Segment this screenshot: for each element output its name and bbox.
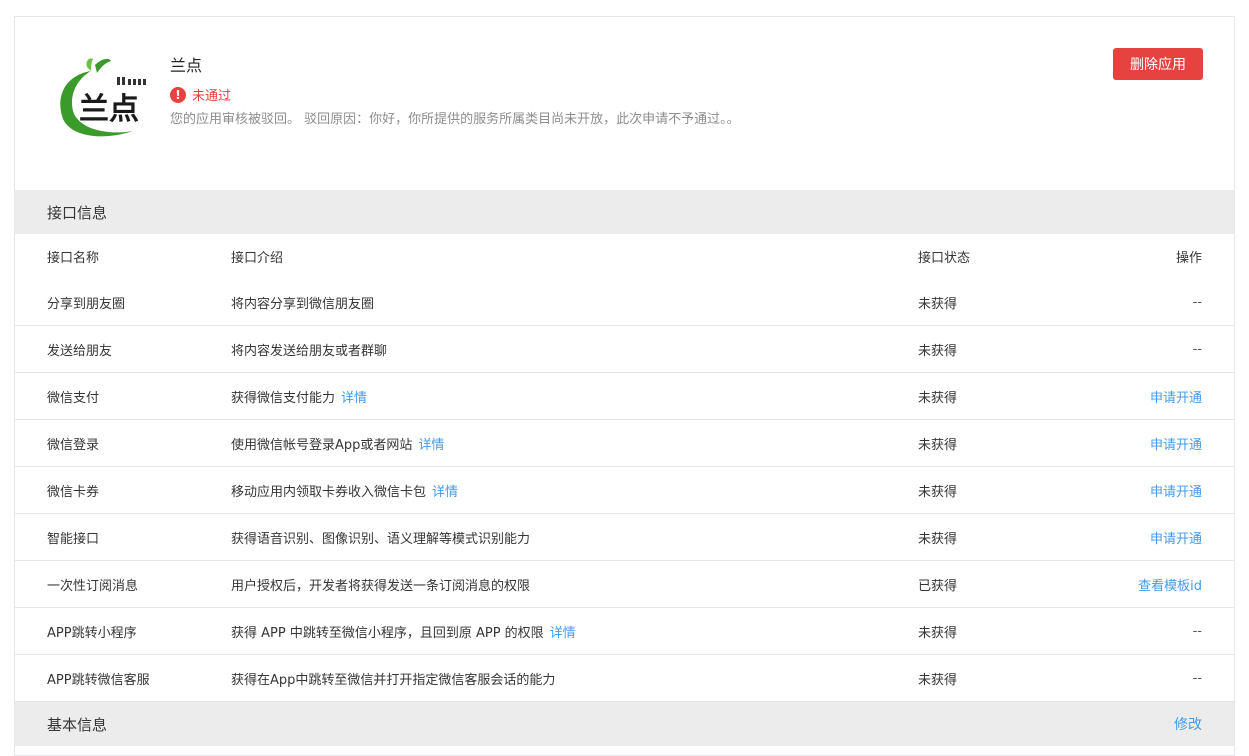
api-status: 未获得 <box>918 672 958 688</box>
api-description-text: 获得微信支付能力 <box>231 390 336 406</box>
action-link[interactable]: 查看模板id <box>1138 561 1202 607</box>
no-action: -- <box>1192 623 1202 639</box>
app-name: 兰点 <box>170 56 203 75</box>
table-row: APP跳转微信客服 获得在App中跳转至微信并打开指定微信客服会话的能力 未获得 -- <box>15 655 1234 702</box>
api-description-text: 用户授权后，开发者将获得发送一条订阅消息的权限 <box>231 578 531 594</box>
api-description: 将内容分享到微信朋友圈 <box>231 279 374 325</box>
detail-link[interactable]: 详情 <box>550 622 576 641</box>
api-description: 移动应用内领取卡券收入微信卡包 详情 <box>231 467 458 513</box>
reject-reason: 您的应用审核被驳回。 驳回原因：你好，你所提供的服务所属类目尚未开放，此次申请不… <box>170 112 740 127</box>
api-description: 获得微信支付能力 详情 <box>231 373 367 419</box>
api-table: 接口名称 接口介绍 接口状态 操作 分享到朋友圈 将内容分享到微信朋友圈 未获得 --… <box>15 234 1234 702</box>
table-row: APP跳转小程序 获得 APP 中跳转至微信小程序，且回到原 APP 的权限 详情 未… <box>15 608 1234 655</box>
app-header: 兰点 兰点 ! 未通过 您的应用审核被驳回。 驳回原因：你好，你所提供的服务所属… <box>15 17 1234 190</box>
api-status: 未获得 <box>918 296 958 312</box>
api-name: APP跳转小程序 <box>47 625 137 641</box>
app-detail-panel: 兰点 兰点 ! 未通过 您的应用审核被驳回。 驳回原因：你好，你所提供的服务所属… <box>14 16 1235 756</box>
api-description-text: 将内容发送给朋友或者群聊 <box>231 343 388 359</box>
api-description-text: 使用微信帐号登录App或者网站 <box>231 437 413 453</box>
table-row: 一次性订阅消息 用户授权后，开发者将获得发送一条订阅消息的权限 已获得 查看模板id <box>15 561 1234 608</box>
api-status: 已获得 <box>918 578 958 594</box>
col-header-name: 接口名称 <box>47 251 100 266</box>
api-name: 微信登录 <box>47 437 100 453</box>
api-description-text: 获得 APP 中跳转至微信小程序，且回到原 APP 的权限 <box>231 625 544 641</box>
api-name: 微信卡券 <box>47 484 100 500</box>
section-title: 基本信息 <box>47 715 108 734</box>
api-description: 获得 APP 中跳转至微信小程序，且回到原 APP 的权限 详情 <box>231 608 576 654</box>
table-row: 发送给朋友 将内容发送给朋友或者群聊 未获得 -- <box>15 326 1234 373</box>
table-row: 微信登录 使用微信帐号登录App或者网站 详情 未获得 申请开通 <box>15 420 1234 467</box>
col-header-desc: 接口介绍 <box>231 251 284 266</box>
api-description: 将内容发送给朋友或者群聊 <box>231 326 387 372</box>
action-link[interactable]: 申请开通 <box>1150 420 1202 466</box>
warning-icon: ! <box>170 86 186 103</box>
col-header-op: 操作 <box>1175 251 1202 266</box>
api-section-header: 接口信息 <box>15 190 1234 234</box>
api-status: 未获得 <box>918 437 958 453</box>
table-header: 接口名称 接口介绍 接口状态 操作 <box>15 234 1234 279</box>
table-row: 智能接口 获得语音识别、图像识别、语义理解等模式识别能力 未获得 申请开通 <box>15 514 1234 561</box>
action-link[interactable]: 申请开通 <box>1150 514 1202 560</box>
no-action: -- <box>1192 341 1202 357</box>
api-status: 未获得 <box>918 531 958 547</box>
api-status: 未获得 <box>918 343 958 359</box>
api-description-text: 将内容分享到微信朋友圈 <box>231 296 375 312</box>
api-status: 未获得 <box>918 390 958 406</box>
action-link[interactable]: 申请开通 <box>1150 373 1202 419</box>
api-name: 一次性订阅消息 <box>47 578 139 594</box>
api-status: 未获得 <box>918 625 958 641</box>
table-row: 微信支付 获得微信支付能力 详情 未获得 申请开通 <box>15 373 1234 420</box>
api-description: 获得语音识别、图像识别、语义理解等模式识别能力 <box>231 514 530 560</box>
api-name: 分享到朋友圈 <box>47 296 126 312</box>
detail-link[interactable]: 详情 <box>432 481 458 500</box>
action-link[interactable]: 申请开通 <box>1150 467 1202 513</box>
table-row: 分享到朋友圈 将内容分享到微信朋友圈 未获得 -- <box>15 279 1234 326</box>
api-description-text: 移动应用内领取卡券收入微信卡包 <box>231 484 427 500</box>
api-name: 智能接口 <box>47 531 100 547</box>
no-action: -- <box>1192 294 1202 310</box>
review-status: ! 未通过 <box>170 85 231 104</box>
api-status: 未获得 <box>918 484 958 500</box>
delete-app-button[interactable]: 删除应用 <box>1113 48 1203 80</box>
api-description: 使用微信帐号登录App或者网站 详情 <box>231 420 444 466</box>
section-title: 接口信息 <box>47 203 108 222</box>
table-row: 微信卡券 移动应用内领取卡券收入微信卡包 详情 未获得 申请开通 <box>15 467 1234 514</box>
basic-section-header: 基本信息 修改 <box>15 702 1234 746</box>
detail-link[interactable]: 详情 <box>341 387 367 406</box>
app-logo: 兰点 <box>51 57 155 141</box>
status-text: 未通过 <box>192 89 232 104</box>
api-description-text: 获得在App中跳转至微信并打开指定微信客服会话的能力 <box>231 672 556 688</box>
edit-basic-info-link[interactable]: 修改 <box>1174 714 1202 734</box>
detail-link[interactable]: 详情 <box>418 434 444 453</box>
api-name: 发送给朋友 <box>47 343 113 359</box>
no-action: -- <box>1192 670 1202 686</box>
api-description: 获得在App中跳转至微信并打开指定微信客服会话的能力 <box>231 655 555 701</box>
api-name: APP跳转微信客服 <box>47 672 150 688</box>
api-description-text: 获得语音识别、图像识别、语义理解等模式识别能力 <box>231 531 531 547</box>
api-name: 微信支付 <box>47 390 100 406</box>
logo-text: 兰点 <box>79 92 139 127</box>
col-header-status: 接口状态 <box>918 251 971 266</box>
api-description: 用户授权后，开发者将获得发送一条订阅消息的权限 <box>231 561 530 607</box>
